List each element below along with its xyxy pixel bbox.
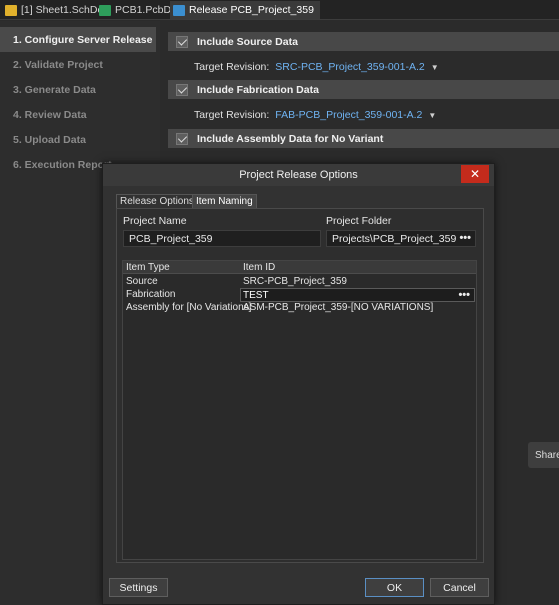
item-naming-grid: Item Type Item ID Source SRC-PCB_Project…: [122, 260, 477, 560]
dialog-title: Project Release Options: [239, 169, 358, 181]
project-release-options-dialog: Project Release Options ✕ Release Option…: [102, 163, 495, 605]
include-source-data-checkbox[interactable]: [176, 35, 188, 48]
item-id-cell[interactable]: ASM-PCB_Project_359-[NO VARIATIONS]: [243, 302, 433, 313]
step-upload-data[interactable]: 5. Upload Data: [0, 127, 156, 152]
table-row[interactable]: Fabrication TEST •••: [123, 288, 476, 302]
edit-item-id-button[interactable]: •••: [458, 289, 470, 301]
schematic-doc-icon: [5, 4, 17, 16]
settings-button[interactable]: Settings: [109, 578, 168, 597]
release-doc-icon: [173, 4, 185, 16]
ok-button[interactable]: OK: [365, 578, 424, 597]
close-icon[interactable]: ✕: [461, 165, 489, 183]
item-type-cell: Source: [126, 276, 158, 287]
step-generate-data[interactable]: 3. Generate Data: [0, 77, 156, 102]
item-id-edit-field[interactable]: TEST •••: [240, 288, 475, 302]
grid-header: Item Type Item ID: [123, 261, 476, 274]
cancel-button[interactable]: Cancel: [430, 578, 489, 597]
browse-folder-button[interactable]: •••: [459, 232, 471, 244]
tab-item-naming[interactable]: Item Naming: [192, 194, 257, 208]
tab-release-options[interactable]: Release Options: [116, 194, 198, 208]
share-button[interactable]: Share: [528, 442, 559, 468]
fabrication-target-revision: Target Revision: FAB-PCB_Project_359-001…: [194, 109, 436, 121]
project-name-input[interactable]: PCB_Project_359: [123, 230, 321, 247]
item-type-cell: Fabrication: [126, 289, 176, 300]
project-folder-input[interactable]: Projects\PCB_Project_359 •••: [326, 230, 476, 247]
source-target-revision: Target Revision: SRC-PCB_Project_359-001…: [194, 61, 439, 73]
pcb-doc-icon: [99, 4, 111, 16]
section-fabrication-data: Include Fabrication Data: [168, 80, 559, 99]
project-name-value: PCB_Project_359: [129, 232, 213, 245]
document-tab-bar: [1] Sheet1.SchDoc PCB1.PcbDoc Release PC…: [0, 0, 559, 20]
target-revision-label: Target Revision:: [194, 61, 270, 73]
target-revision-label: Target Revision:: [194, 109, 270, 121]
step-validate-project[interactable]: 2. Validate Project: [0, 52, 156, 77]
dialog-title-bar: Project Release Options ✕: [103, 164, 494, 186]
step-review-data[interactable]: 4. Review Data: [0, 102, 156, 127]
item-naming-panel: Project Name PCB_Project_359 Project Fol…: [116, 208, 484, 563]
table-row[interactable]: Assembly for [No Variations] ASM-PCB_Pro…: [123, 302, 476, 315]
source-revision-dropdown[interactable]: SRC-PCB_Project_359-001-A.2: [275, 61, 424, 73]
step-configure-server-release[interactable]: 1. Configure Server Release: [0, 27, 156, 52]
project-folder-label: Project Folder: [326, 215, 392, 227]
section-title: Include Source Data: [197, 35, 298, 48]
column-header-item-id: Item ID: [243, 262, 276, 273]
item-id-cell[interactable]: SRC-PCB_Project_359: [243, 276, 347, 287]
tab-release-project[interactable]: Release PCB_Project_359: [170, 1, 320, 19]
section-source-data: Include Source Data: [168, 32, 559, 51]
item-id-value: TEST: [243, 289, 269, 301]
project-name-label: Project Name: [123, 215, 187, 227]
include-fabrication-data-checkbox[interactable]: [176, 83, 188, 96]
item-type-cell: Assembly for [No Variations]: [126, 302, 252, 313]
tab-label: Release PCB_Project_359: [189, 4, 314, 16]
section-title: Include Fabrication Data: [197, 83, 319, 96]
include-assembly-data-checkbox[interactable]: [176, 132, 188, 145]
chevron-down-icon[interactable]: ▼: [431, 63, 439, 72]
section-title: Include Assembly Data for No Variant: [197, 132, 384, 145]
project-folder-value: Projects\PCB_Project_359: [332, 232, 457, 245]
fabrication-revision-dropdown[interactable]: FAB-PCB_Project_359-001-A.2: [275, 109, 422, 121]
column-header-item-type: Item Type: [126, 262, 170, 273]
section-assembly-data: Include Assembly Data for No Variant: [168, 129, 559, 148]
chevron-down-icon[interactable]: ▼: [428, 111, 436, 120]
